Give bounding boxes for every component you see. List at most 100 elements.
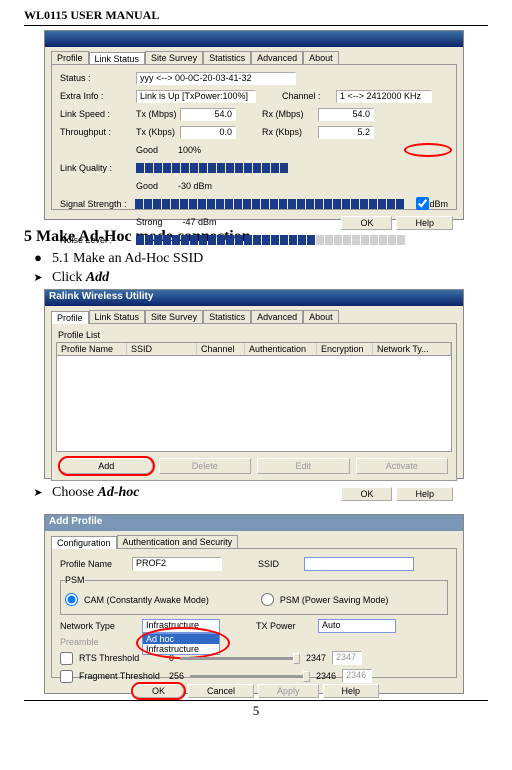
help-button-3[interactable]: Help [323,684,380,698]
arrow-icon: ➤ [24,271,52,284]
tx-power-dropdown[interactable]: Auto [318,619,396,633]
profile-name-label: Profile Name [60,559,126,569]
tab-advanced-2[interactable]: Advanced [251,310,303,323]
tx-power-label: TX Power [256,621,312,631]
col-auth: Authentication [245,343,317,355]
txm-label: Tx (Mbps) [136,109,180,119]
psm-group-label: PSM [65,575,85,585]
tab-site-survey-2[interactable]: Site Survey [145,310,203,323]
bullet-5-1: 5.1 Make an Ad-Hoc SSID [52,251,203,267]
network-type-label: Network Type [60,621,136,631]
arrow-icon-2: ➤ [24,486,52,499]
red-circle-adhoc [136,627,230,659]
good-text: Good [136,145,158,155]
txk-value: 0.0 [180,126,236,139]
status-value: yyy <--> 00-0C-20-03-41-32 [136,72,296,85]
quality-bar [136,163,296,173]
frag-min: 256 [169,671,184,681]
titlebar-3: Add Profile [45,515,463,531]
speed-label: Link Speed : [60,109,136,119]
cancel-button[interactable]: Cancel [188,684,254,698]
tab-profile-2[interactable]: Profile [51,311,89,324]
apply-button[interactable]: Apply [258,684,319,698]
rxk-value: 5.2 [318,126,374,139]
profile-window: Ralink Wireless Utility Profile Link Sta… [44,289,464,479]
col-profile-name: Profile Name [57,343,127,355]
red-circle-dbm [404,143,452,157]
edit-button[interactable]: Edit [257,458,350,474]
psm-label: PSM (Power Saving Mode) [280,595,389,605]
thru-label: Throughput : [60,127,136,137]
noise-bar [136,235,416,245]
activate-button[interactable]: Activate [356,458,449,474]
noise-dbm: -47 dBm [183,217,217,227]
frag-max: 2346 [316,671,336,681]
tab-auth-security[interactable]: Authentication and Security [117,535,239,548]
txm-value: 54.0 [180,108,236,121]
profile-grid[interactable]: Profile Name SSID Channel Authentication… [56,342,452,452]
extra-label: Extra Info : [60,91,136,101]
rts-value[interactable]: 2347 [332,651,362,665]
col-ssid: SSID [127,343,197,355]
add-button[interactable]: Add [60,458,153,474]
frag-slider[interactable] [190,675,310,678]
tab-configuration[interactable]: Configuration [51,536,117,549]
rxm-value: 54.0 [318,108,374,121]
doc-header: WL0115 USER MANUAL [24,8,488,26]
signal-good: Good [136,181,158,191]
noise-strong: Strong [136,217,163,227]
frag-checkbox[interactable] [60,670,73,683]
signal-bar [135,199,412,209]
tab-site-survey[interactable]: Site Survey [145,51,203,64]
tab-strip-2: Profile Link Status Site Survey Statisti… [45,306,463,323]
noise-label: Noise Level : [60,235,136,245]
tab-profile[interactable]: Profile [51,51,89,64]
frag-value[interactable]: 2346 [342,669,372,683]
signal-dbm: -30 dBm [178,181,212,191]
grid-header: Profile Name SSID Channel Authentication… [57,343,451,356]
quality-label: Link Quality : [60,163,136,173]
profile-name-input[interactable]: PROF2 [132,557,222,571]
bullet-click-add: Click Add [52,270,109,286]
tab-strip-3: Configuration Authentication and Securit… [45,531,463,548]
dbm-text: dBm [429,199,448,209]
titlebar [45,31,463,47]
rxm-label: Rx (Mbps) [262,109,318,119]
col-net: Network Ty... [373,343,451,355]
col-enc: Encryption [317,343,373,355]
add-profile-window: Add Profile Configuration Authentication… [44,514,464,694]
status-label: Status : [60,73,136,83]
delete-button[interactable]: Delete [159,458,252,474]
ssid-dropdown[interactable] [304,557,414,571]
profile-list-label: Profile List [58,330,450,340]
rts-slider[interactable] [180,657,300,660]
tab-link-status-2[interactable]: Link Status [89,310,146,323]
titlebar-2: Ralink Wireless Utility [45,290,463,306]
tab-advanced[interactable]: Advanced [251,51,303,64]
dbm-checkbox[interactable] [416,197,429,210]
ok-button-3[interactable]: OK [133,684,184,698]
bullet-choose-adhoc: Choose Ad-hoc [52,485,140,501]
frag-label: Fragment Threshold [79,671,163,681]
preamble-label: Preamble [60,637,136,647]
tab-about[interactable]: About [303,51,339,64]
signal-label: Signal Strength : [60,199,135,209]
link-status-window: Profile Link Status Site Survey Statisti… [44,30,464,220]
tab-statistics-2[interactable]: Statistics [203,310,251,323]
bullet-icon: ● [24,250,52,266]
ok-button-2[interactable]: OK [341,487,392,501]
channel-label: Channel : [282,91,336,101]
txk-label: Tx (Kbps) [136,127,180,137]
cam-radio[interactable] [65,593,78,606]
percent-text: 100% [178,145,201,155]
tab-strip: Profile Link Status Site Survey Statisti… [45,47,463,64]
psm-radio[interactable] [261,593,274,606]
rts-checkbox[interactable] [60,652,73,665]
page-number: 5 [24,700,488,719]
tab-statistics[interactable]: Statistics [203,51,251,64]
ssid-label: SSID [258,559,298,569]
cam-label: CAM (Constantly Awake Mode) [84,595,209,605]
help-button-2[interactable]: Help [396,487,453,501]
tab-about-2[interactable]: About [303,310,339,323]
rts-max: 2347 [306,653,326,663]
